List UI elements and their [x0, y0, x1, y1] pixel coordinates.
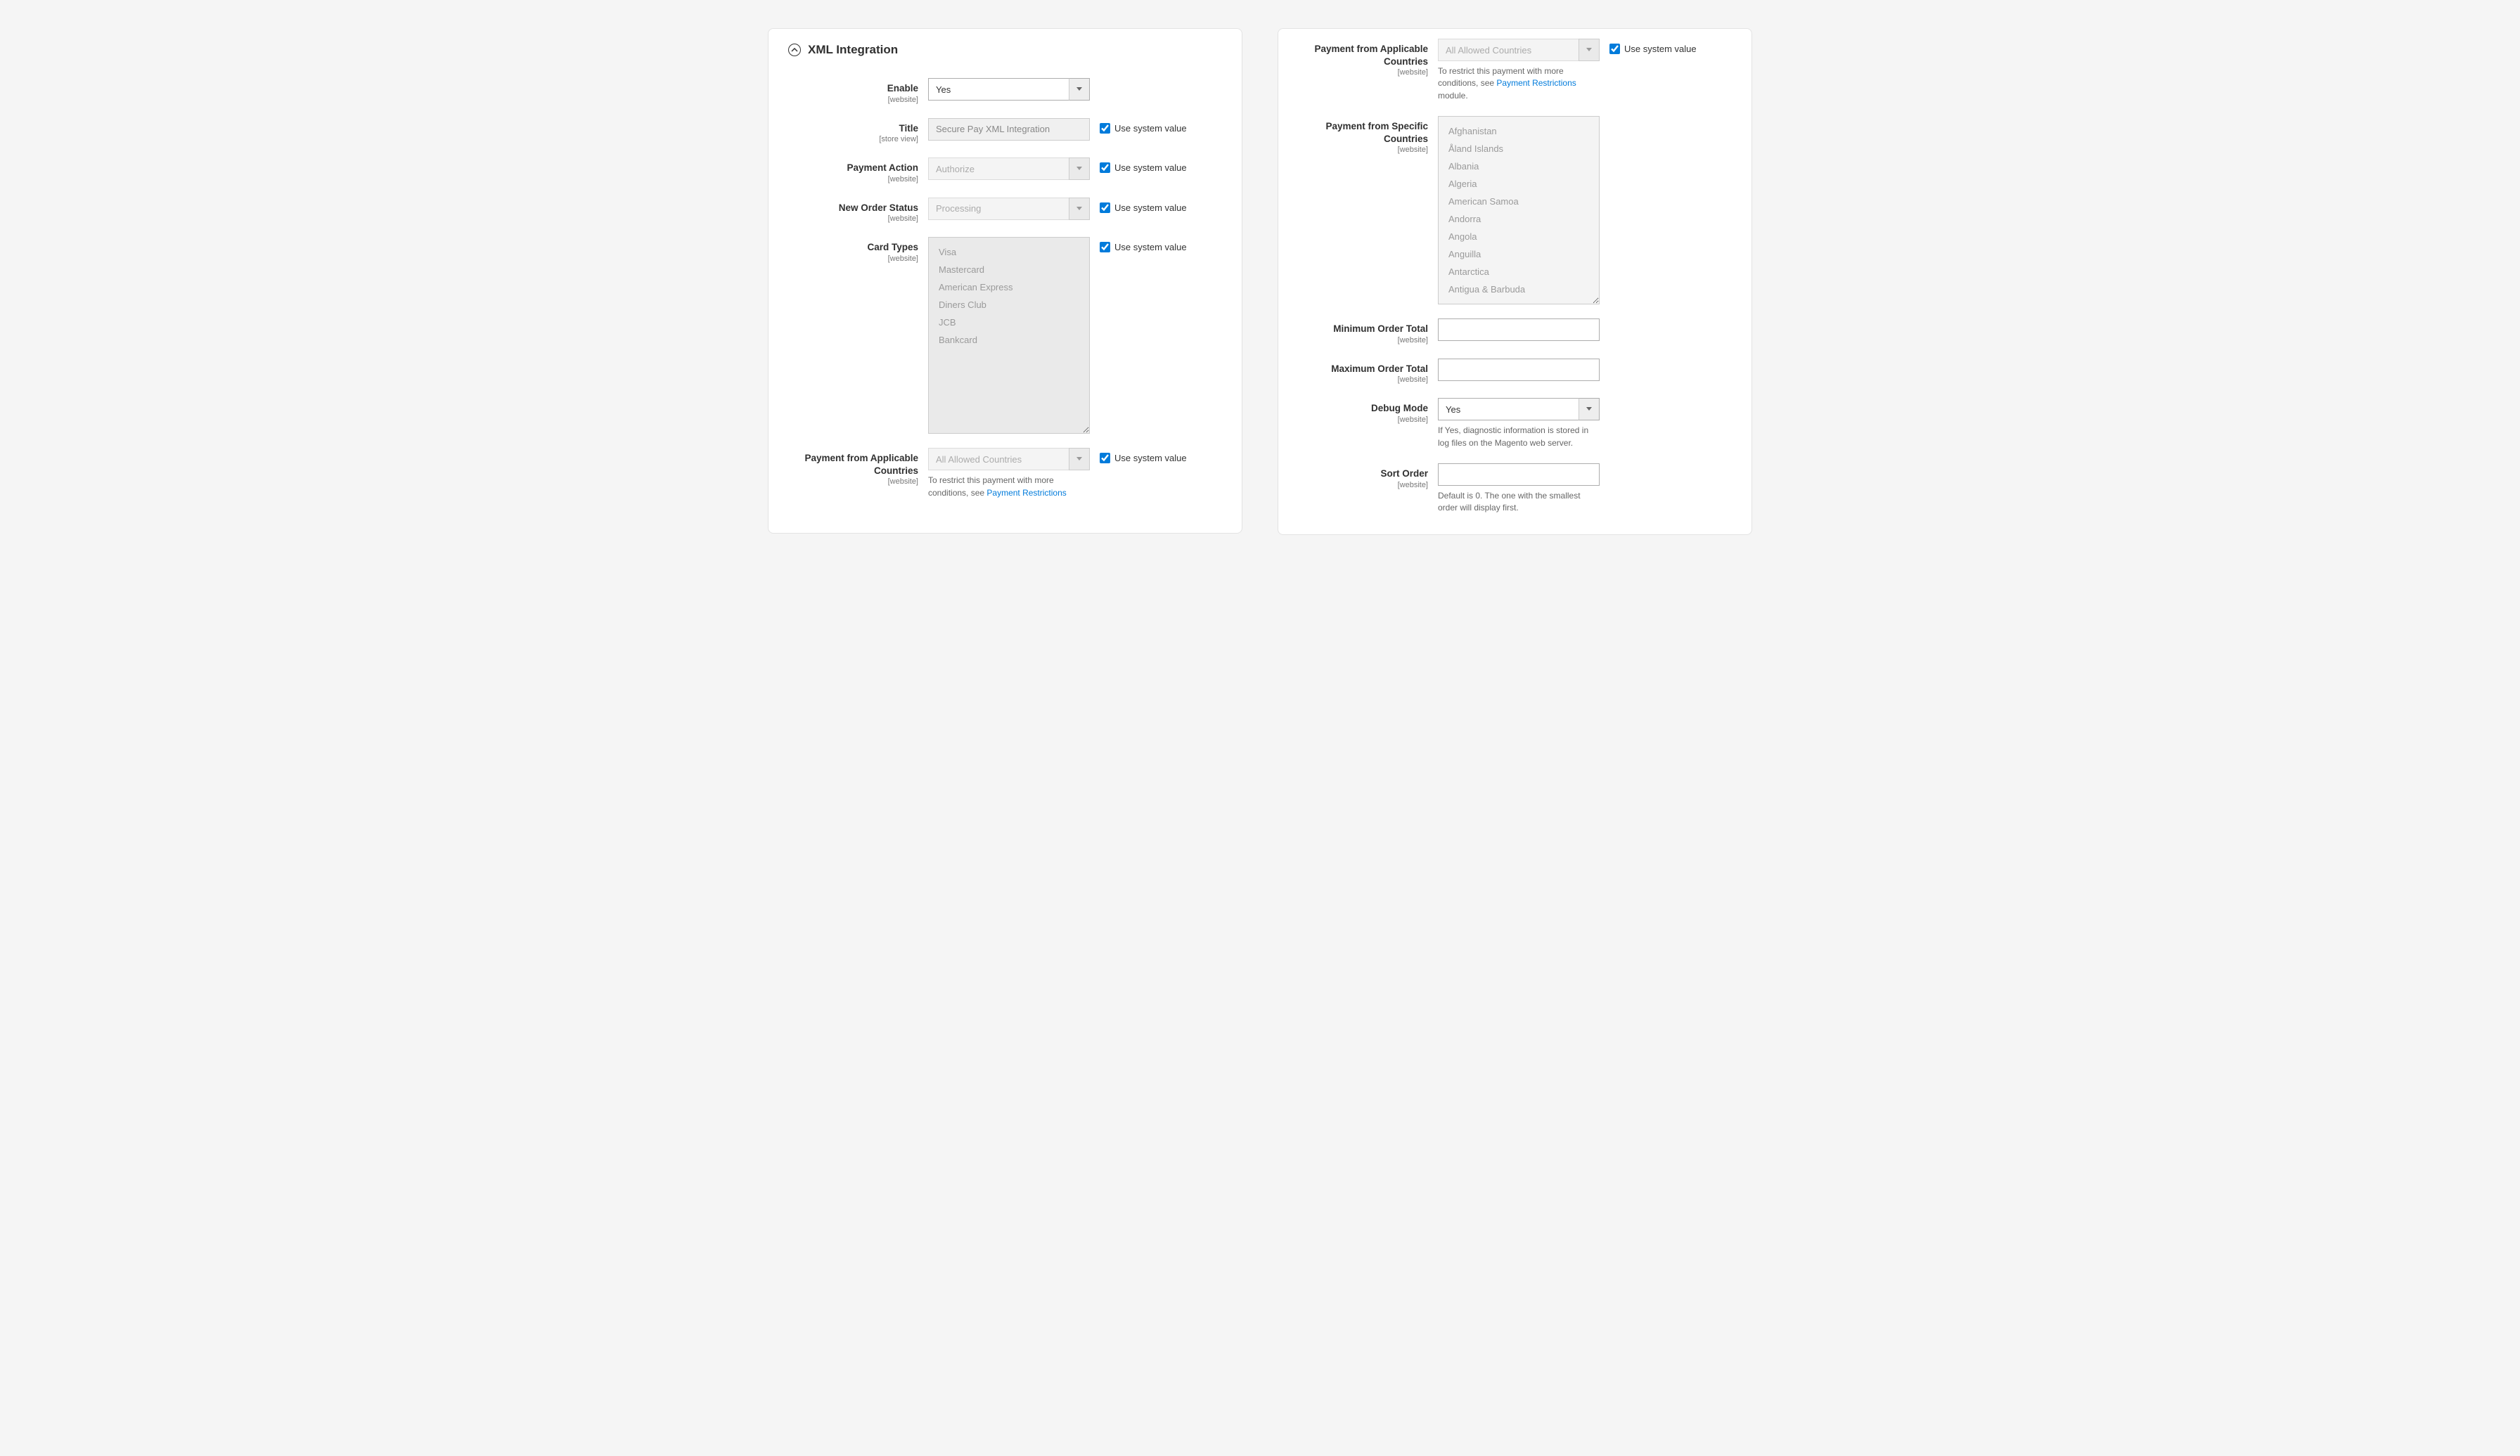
applicable-countries-label: Payment from Applicable Countries	[1314, 44, 1428, 67]
applicable-countries-select[interactable]: All Allowed Countries	[1438, 39, 1600, 61]
list-item[interactable]: Mastercard	[929, 261, 1089, 278]
new-order-status-use-system[interactable]: Use system value	[1100, 202, 1222, 214]
card-types-label: Card Types	[867, 242, 918, 252]
card-types-use-system-checkbox[interactable]	[1100, 242, 1110, 252]
applicable-countries-select[interactable]: All Allowed Countries	[928, 448, 1090, 470]
collapse-icon	[788, 44, 801, 56]
specific-countries-scope: [website]	[1298, 146, 1428, 154]
list-item[interactable]: American Express	[929, 278, 1089, 296]
sort-order-input[interactable]	[1438, 463, 1600, 486]
list-item[interactable]: Åland Islands	[1439, 140, 1599, 157]
payment-action-scope: [website]	[788, 175, 918, 183]
applicable-countries-scope: [website]	[788, 477, 918, 486]
min-order-label: Minimum Order Total	[1333, 323, 1428, 334]
list-item[interactable]: Bankcard	[929, 331, 1089, 349]
field-enable: Enable [website] Yes	[788, 78, 1222, 104]
debug-mode-label: Debug Mode	[1371, 403, 1428, 413]
applicable-countries-label: Payment from Applicable Countries	[804, 453, 918, 476]
card-types-use-system[interactable]: Use system value	[1100, 241, 1222, 254]
enable-label: Enable	[887, 83, 918, 94]
list-item[interactable]: Angola	[1439, 228, 1599, 245]
list-item[interactable]: Afghanistan	[1439, 122, 1599, 140]
title-input[interactable]	[928, 118, 1090, 141]
field-payment-action: Payment Action [website] Authorize Use s…	[788, 157, 1222, 183]
enable-select[interactable]: Yes	[928, 78, 1090, 101]
field-debug-mode: Debug Mode [website] Yes If Yes, diagnos…	[1298, 398, 1732, 449]
applicable-countries-use-system-checkbox[interactable]	[1100, 453, 1110, 463]
use-system-label: Use system value	[1114, 162, 1187, 174]
debug-mode-select[interactable]: Yes	[1438, 398, 1600, 420]
list-item[interactable]: Diners Club	[929, 296, 1089, 314]
list-item[interactable]: JCB	[929, 314, 1089, 331]
use-system-label: Use system value	[1114, 122, 1187, 135]
field-new-order-status: New Order Status [website] Processing Us…	[788, 198, 1222, 224]
list-item[interactable]: Albania	[1439, 157, 1599, 175]
max-order-scope: [website]	[1298, 375, 1428, 384]
title-use-system-checkbox[interactable]	[1100, 123, 1110, 134]
min-order-scope: [website]	[1298, 336, 1428, 344]
payment-restrictions-link[interactable]: Payment Restrictions	[1496, 78, 1576, 88]
use-system-label: Use system value	[1114, 241, 1187, 254]
max-order-input[interactable]	[1438, 359, 1600, 381]
sort-order-help: Default is 0. The one with the smallest …	[1438, 490, 1600, 515]
debug-mode-help: If Yes, diagnostic information is stored…	[1438, 425, 1600, 449]
field-applicable-countries-left: Payment from Applicable Countries [websi…	[788, 448, 1222, 499]
field-card-types: Card Types [website] VisaMastercardAmeri…	[788, 237, 1222, 434]
field-sort-order: Sort Order [website] Default is 0. The o…	[1298, 463, 1732, 515]
xml-integration-panel-right: Payment from Applicable Countries [websi…	[1278, 28, 1752, 535]
new-order-status-use-system-checkbox[interactable]	[1100, 202, 1110, 213]
card-types-scope: [website]	[788, 255, 918, 263]
payment-restrictions-link[interactable]: Payment Restrictions	[986, 488, 1066, 498]
section-title: XML Integration	[808, 43, 898, 57]
use-system-label: Use system value	[1114, 452, 1187, 465]
new-order-status-select[interactable]: Processing	[928, 198, 1090, 220]
list-item[interactable]: Antarctica	[1439, 263, 1599, 281]
field-max-order: Maximum Order Total [website]	[1298, 359, 1732, 385]
list-item[interactable]: Algeria	[1439, 175, 1599, 193]
new-order-status-label: New Order Status	[839, 202, 918, 213]
title-label: Title	[899, 123, 918, 134]
applicable-countries-help: To restrict this payment with more condi…	[928, 475, 1090, 499]
debug-mode-scope: [website]	[1298, 415, 1428, 424]
enable-scope: [website]	[788, 96, 918, 104]
section-header[interactable]: XML Integration	[788, 43, 1222, 57]
applicable-countries-use-system[interactable]: Use system value	[1100, 452, 1222, 465]
list-item[interactable]: Antigua & Barbuda	[1439, 281, 1599, 298]
applicable-countries-help: To restrict this payment with more condi…	[1438, 65, 1600, 102]
payment-action-select[interactable]: Authorize	[928, 157, 1090, 180]
specific-countries-label: Payment from Specific Countries	[1325, 121, 1428, 144]
max-order-label: Maximum Order Total	[1331, 363, 1428, 374]
min-order-input[interactable]	[1438, 318, 1600, 341]
title-use-system[interactable]: Use system value	[1100, 122, 1222, 135]
use-system-label: Use system value	[1624, 43, 1697, 56]
sort-order-scope: [website]	[1298, 481, 1428, 489]
list-item[interactable]: Andorra	[1439, 210, 1599, 228]
payment-action-use-system[interactable]: Use system value	[1100, 162, 1222, 174]
list-item[interactable]: Visa	[929, 243, 1089, 261]
field-min-order: Minimum Order Total [website]	[1298, 318, 1732, 344]
sort-order-label: Sort Order	[1380, 468, 1428, 479]
applicable-countries-use-system-checkbox[interactable]	[1609, 44, 1620, 54]
title-scope: [store view]	[788, 135, 918, 143]
list-item[interactable]: Anguilla	[1439, 245, 1599, 263]
xml-integration-panel-left: XML Integration Enable [website] Yes	[768, 28, 1242, 534]
field-specific-countries: Payment from Specific Countries [website…	[1298, 116, 1732, 304]
specific-countries-multiselect[interactable]: AfghanistanÅland IslandsAlbaniaAlgeriaAm…	[1438, 116, 1600, 304]
field-title: Title [store view] Use system value	[788, 118, 1222, 144]
new-order-status-scope: [website]	[788, 214, 918, 223]
applicable-countries-scope: [website]	[1298, 68, 1428, 77]
card-types-multiselect[interactable]: VisaMastercardAmerican ExpressDiners Clu…	[928, 237, 1090, 434]
field-applicable-countries-right: Payment from Applicable Countries [websi…	[1298, 39, 1732, 102]
use-system-label: Use system value	[1114, 202, 1187, 214]
applicable-countries-use-system[interactable]: Use system value	[1609, 43, 1732, 56]
payment-action-use-system-checkbox[interactable]	[1100, 162, 1110, 173]
payment-action-label: Payment Action	[847, 162, 918, 173]
list-item[interactable]: American Samoa	[1439, 193, 1599, 210]
